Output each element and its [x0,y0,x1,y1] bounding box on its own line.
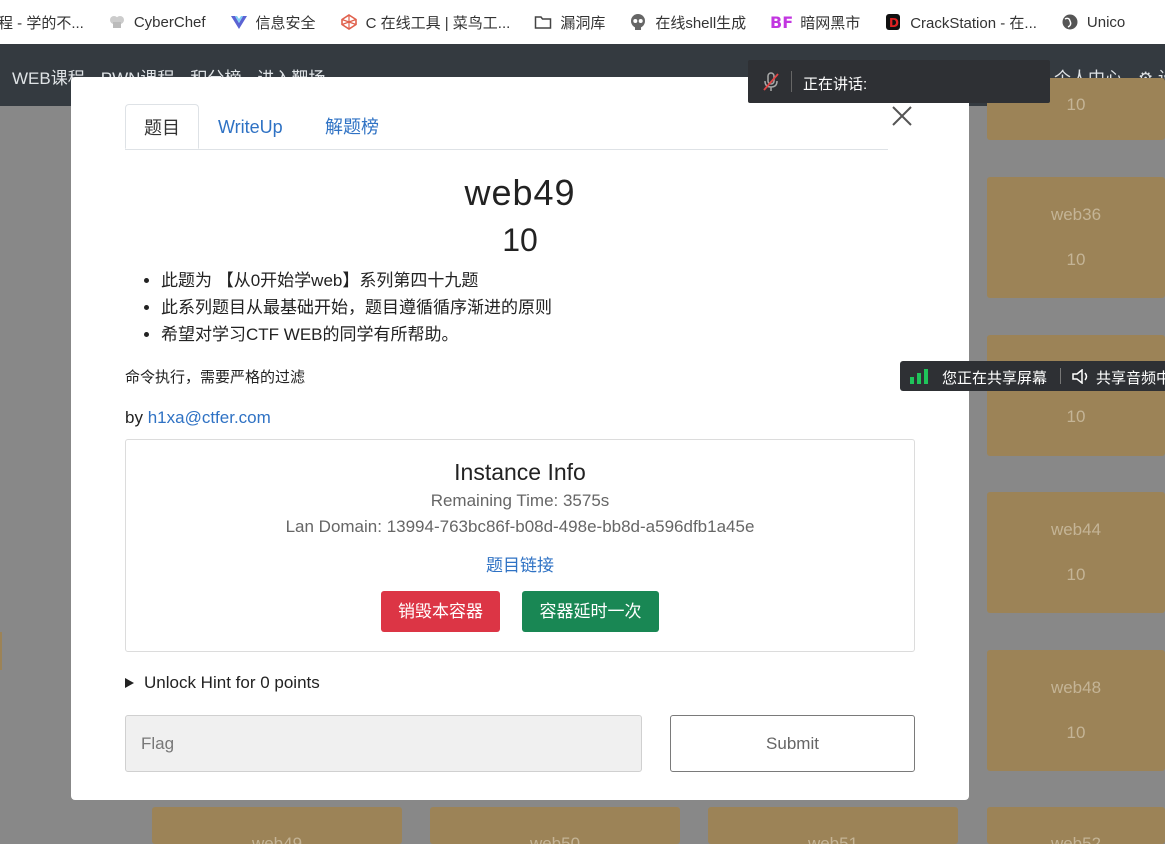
sharing-audio-label[interactable]: 共享音频中 [1096,367,1165,388]
instance-info-panel: Instance Info Remaining Time: 3575s Lan … [125,439,915,652]
description-item: 此系列题目从最基础开始，题目遵循循序渐进的原则 [161,294,552,321]
card-value: 10 [1066,250,1086,269]
challenge-title: web49 [464,172,576,213]
modal-tabs: 题目 WriteUp 解题榜 [125,104,888,150]
submit-button[interactable]: Submit [670,715,915,772]
card-name: web44 [1050,520,1102,539]
globe-icon [1062,14,1078,30]
codepen-icon [340,14,357,30]
extend-container-button[interactable]: 容器延时一次 [522,591,659,632]
challenge-card[interactable]: web49 [152,807,402,844]
challenge-points: 10 [502,222,538,258]
bookmarks-bar: 程 - 学的不... CyberChef 信息安全 C 在线工具 | 菜鸟工..… [0,0,1165,45]
challenge-card[interactable]: web44 10 [987,492,1165,613]
bookmark-label: 暗网黑市 [800,14,861,32]
lan-domain: Lan Domain: 13994-763bc86f-b08d-498e-bb8… [285,517,755,536]
bookmark-4[interactable]: 漏洞库 [534,12,605,33]
description-list: 此题为 【从0开始学web】系列第四十九题 此系列题目从最基础开始，题目遵循循序… [141,267,552,348]
disclosure-triangle-icon [125,678,134,688]
crackstation-icon: D [886,14,901,30]
card-name: web49 [251,834,303,844]
meeting-speaking-bar[interactable]: 正在讲话: [748,60,1050,103]
instance-title: Instance Info [454,459,586,485]
bookmark-1[interactable]: CyberChef [108,13,206,31]
challenge-card[interactable]: web50 [430,807,680,844]
folder-icon [535,16,552,29]
speaker-icon [1072,369,1088,384]
card-value: 10 [1066,407,1086,426]
chef-hat-icon [109,16,124,28]
challenge-modal: 题目 WriteUp 解题榜 web49 10 此题为 【从0开始学web】系列… [71,77,969,800]
description-note: 命令执行，需要严格的过滤 [125,369,306,386]
sharing-screen-label: 您正在共享屏幕 [942,370,1048,387]
tab-challenge[interactable]: 题目 [125,104,199,149]
bookmark-3[interactable]: C 在线工具 | 菜鸟工... [340,12,511,33]
card-name: web50 [529,834,581,844]
bookmark-5[interactable]: 在线shell生成 [629,12,746,33]
divider [1060,368,1061,384]
bookmark-label: Unico [1086,13,1126,31]
author-line: by h1xa@ctfer.com [125,408,271,428]
bookmark-label: C 在线工具 | 菜鸟工... [365,14,511,32]
card-name: web52 [1050,834,1102,844]
unlock-hint-toggle[interactable]: Unlock Hint for 0 points [125,673,320,693]
bookmark-7[interactable]: D CrackStation - 在... [884,12,1037,33]
hint-label: Unlock Hint for 0 points [144,673,320,692]
remaining-time: Remaining Time: 3575s [430,491,610,510]
tab-solves[interactable]: 解题榜 [307,104,397,149]
bookmark-0[interactable]: 程 - 学的不... [0,12,84,33]
description-item: 此题为 【从0开始学web】系列第四十九题 [161,267,552,294]
card-value: 10 [1066,723,1086,742]
bookmark-2[interactable]: 信息安全 [230,12,316,33]
tab-writeup[interactable]: WriteUp [200,104,301,149]
bookmark-label: 程 - 学的不... [0,14,84,32]
bf-logo-icon: BF [770,13,792,31]
screen-sharing-bar[interactable]: 您正在共享屏幕 共享音频中 [900,361,1165,391]
challenge-card[interactable]: 10 [987,335,1165,456]
challenge-link[interactable]: 题目链接 [126,551,914,576]
close-icon[interactable] [891,105,913,127]
speaking-label: 正在讲话: [803,76,868,93]
card-name: web36 [1050,205,1102,224]
bookmark-label: 漏洞库 [560,14,606,32]
author-prefix: by [125,408,143,427]
flag-input[interactable] [125,715,642,772]
challenge-card[interactable]: web51 [708,807,958,844]
challenge-card[interactable]: web48 10 [987,650,1165,771]
bookmark-8[interactable]: Unico [1061,13,1125,31]
vue-logo-icon [230,16,247,29]
divider [791,71,792,92]
card-name: web51 [807,834,859,844]
card-edge [0,632,2,670]
card-value: 10 [1066,565,1086,584]
challenge-card[interactable]: web36 10 [987,177,1165,298]
svg-text:D: D [889,16,899,30]
signal-bars-icon [910,369,928,384]
svg-text:BF: BF [770,13,792,31]
bookmark-6[interactable]: BF 暗网黑市 [770,12,860,33]
bookmark-label: 在线shell生成 [655,14,747,32]
card-name: web48 [1050,678,1102,697]
skull-icon [631,14,646,30]
mic-muted-icon[interactable] [762,72,780,92]
bookmark-label: 信息安全 [255,14,316,32]
description-item: 希望对学习CTF WEB的同学有所帮助。 [161,321,552,348]
destroy-container-button[interactable]: 销毁本容器 [381,591,500,632]
bookmark-label: CrackStation - 在... [910,14,1037,32]
bookmark-label: CyberChef [133,13,206,31]
challenge-card[interactable]: web52 [987,807,1165,844]
author-email-link[interactable]: h1xa@ctfer.com [148,408,271,427]
